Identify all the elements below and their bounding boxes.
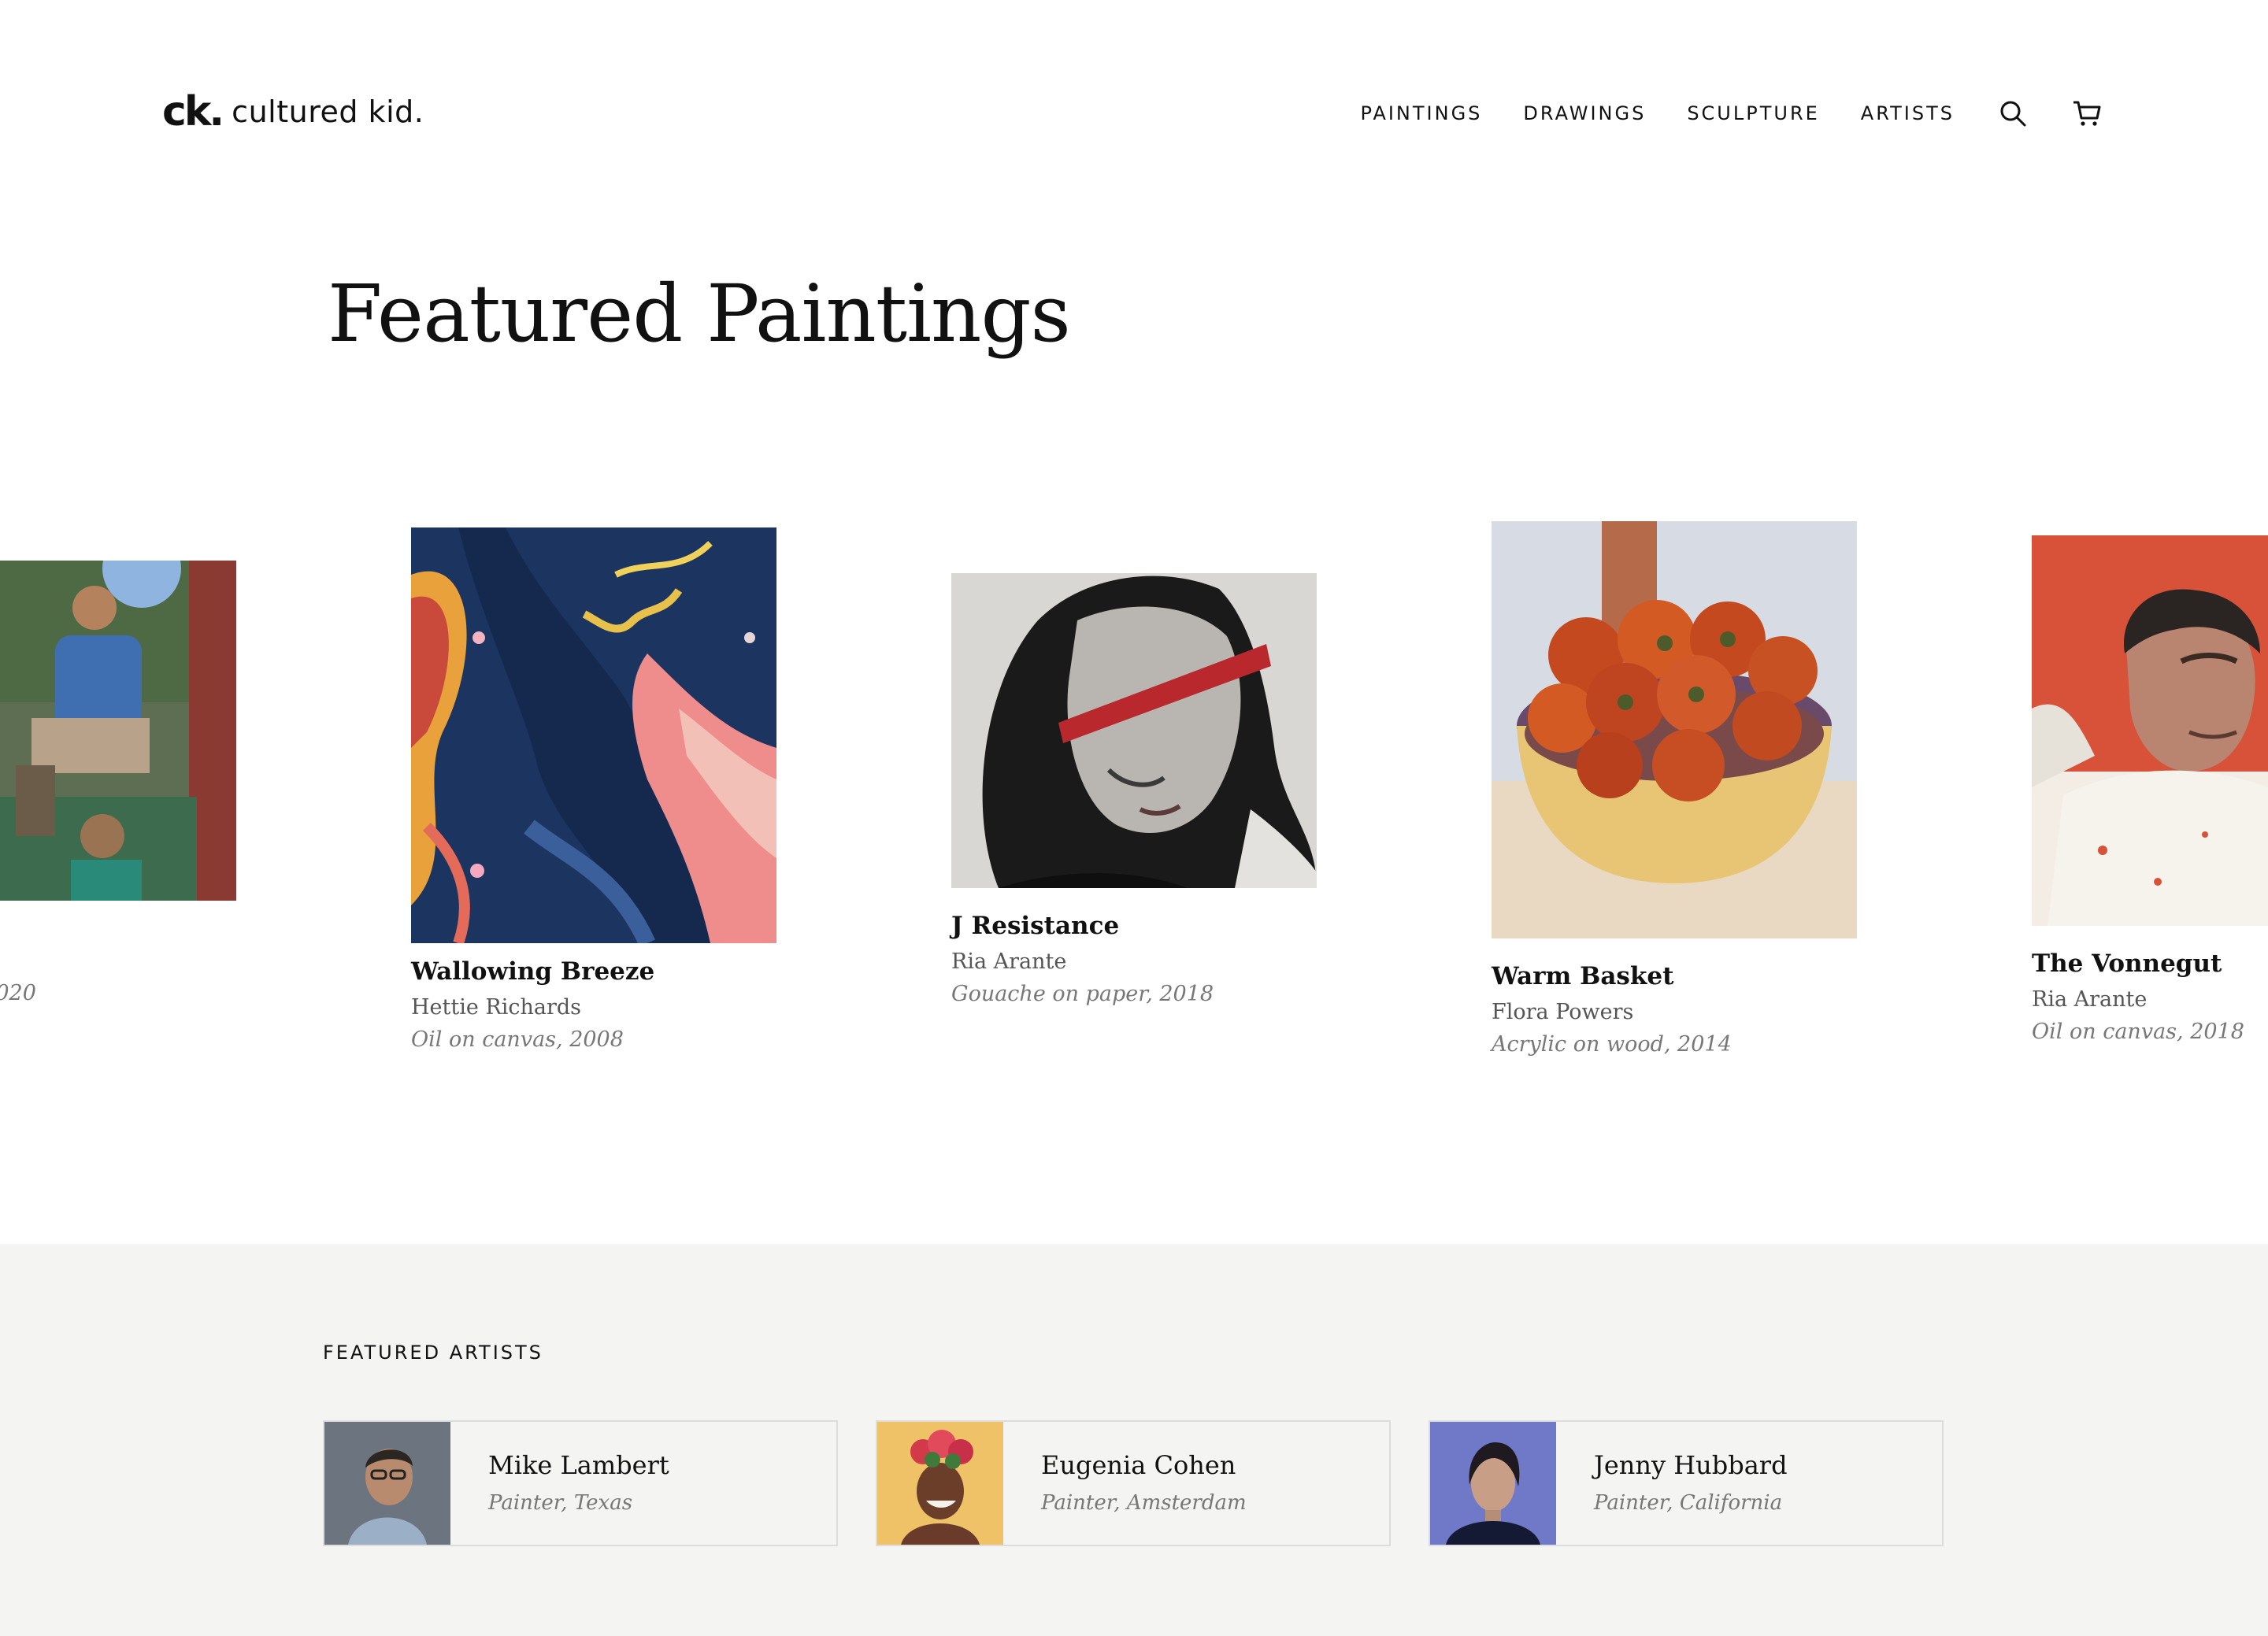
- painting-medium: Gouache on paper, 2018: [951, 982, 1214, 1006]
- painting-medium: Oil on canvas, 2018: [2032, 1020, 2244, 1044]
- avatar: [877, 1422, 1003, 1545]
- main-nav: PAINTINGS DRAWINGS SCULPTURE ARTISTS: [1320, 98, 2103, 129]
- painting-artist[interactable]: Ria Arante: [2032, 987, 2244, 1012]
- painting-info: , 2020: [0, 973, 36, 1005]
- painting-title: The Vonnegut: [2032, 949, 2222, 978]
- painting-image[interactable]: [0, 561, 236, 901]
- painting-info: The Vonnegut Ria Arante Oil on canvas, 2…: [2032, 949, 2244, 1044]
- painting-medium: , 2020: [0, 981, 36, 1005]
- section-label: FEATURED ARTISTS: [323, 1342, 543, 1364]
- painting-info: Warm Basket Flora Powers Acrylic on wood…: [1492, 962, 1732, 1057]
- nav-artists[interactable]: ARTISTS: [1861, 102, 1955, 124]
- painting-medium: Oil on canvas, 2008: [411, 1027, 624, 1052]
- featured-artists-section: FEATURED ARTISTS Mike Lambert Painter, T…: [0, 1244, 2268, 1636]
- avatar: [324, 1422, 450, 1545]
- logo-mark: ck.: [162, 88, 224, 135]
- artist-role: Painter, Amsterdam: [1041, 1491, 1247, 1515]
- artist-card[interactable]: Eugenia Cohen Painter, Amsterdam: [876, 1420, 1391, 1546]
- search-icon[interactable]: [1997, 98, 2029, 129]
- painting-medium: Acrylic on wood, 2014: [1492, 1032, 1732, 1057]
- artist-meta: Mike Lambert Painter, Texas: [450, 1422, 669, 1545]
- page-title: Featured Paintings: [328, 268, 1071, 360]
- painting-artist[interactable]: Ria Arante: [951, 949, 1214, 974]
- painting-image[interactable]: [411, 527, 776, 943]
- nav-drawings[interactable]: DRAWINGS: [1523, 102, 1646, 124]
- painting-info: Wallowing Breeze Hettie Richards Oil on …: [411, 957, 654, 1052]
- nav-sculpture[interactable]: SCULPTURE: [1687, 102, 1819, 124]
- site-header: ck. cultured kid. PAINTINGS DRAWINGS SCU…: [0, 0, 2268, 220]
- artist-name: Mike Lambert: [488, 1450, 669, 1480]
- painting-title: Wallowing Breeze: [411, 957, 655, 986]
- artist-meta: Eugenia Cohen Painter, Amsterdam: [1003, 1422, 1247, 1545]
- painting-title: J Resistance: [951, 912, 1120, 940]
- cart-icon[interactable]: [2071, 98, 2103, 129]
- nav-paintings[interactable]: PAINTINGS: [1361, 102, 1483, 124]
- artist-name: Eugenia Cohen: [1041, 1450, 1236, 1480]
- artist-card[interactable]: Mike Lambert Painter, Texas: [323, 1420, 838, 1546]
- logo[interactable]: ck. cultured kid.: [162, 88, 424, 135]
- artist-role: Painter, California: [1594, 1491, 1783, 1515]
- logo-text: cultured kid.: [232, 94, 424, 129]
- painting-artist[interactable]: Flora Powers: [1492, 1000, 1732, 1024]
- artist-name: Jenny Hubbard: [1594, 1450, 1788, 1480]
- painting-image[interactable]: [951, 573, 1317, 888]
- painting-title: Warm Basket: [1492, 962, 1674, 990]
- artist-meta: Jenny Hubbard Painter, California: [1556, 1422, 1788, 1545]
- artist-role: Painter, Texas: [488, 1491, 633, 1515]
- avatar: [1430, 1422, 1556, 1545]
- artist-card[interactable]: Jenny Hubbard Painter, California: [1429, 1420, 1944, 1546]
- painting-image[interactable]: [1492, 521, 1857, 938]
- painting-info: J Resistance Ria Arante Gouache on paper…: [951, 912, 1214, 1006]
- painting-artist[interactable]: Hettie Richards: [411, 995, 654, 1020]
- painting-image[interactable]: [2032, 535, 2268, 926]
